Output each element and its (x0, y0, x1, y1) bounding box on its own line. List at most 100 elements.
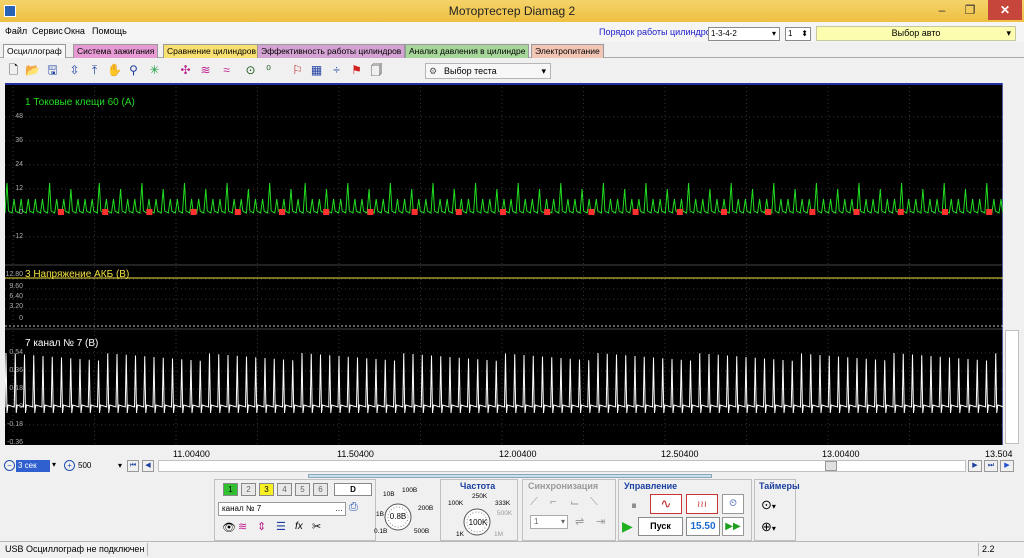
auto-start-icon[interactable]: ▶▶ (722, 517, 744, 536)
channel-button-1[interactable]: 1 (223, 483, 238, 496)
start-icon: ▶ (622, 518, 633, 534)
oscilloscope-display[interactable]: 1 Токовые клещи 60 (А) 3 Напряжение АКБ … (5, 83, 1003, 446)
frequency-value: 100K (468, 518, 488, 527)
minimize-button[interactable]: – (928, 0, 956, 20)
divide-icon[interactable]: ÷ (328, 62, 345, 79)
test-select[interactable]: ⚙ Выбор теста ▾ (425, 63, 551, 79)
function-icon[interactable]: fx (295, 521, 303, 532)
cylinder-marker (897, 209, 904, 215)
filter-icon[interactable]: ⚐ (289, 62, 306, 79)
cylinder-spinner[interactable]: 1 ⬍ (785, 27, 811, 41)
first-frame-icon[interactable]: ⏮ (127, 460, 139, 472)
magnifier-icon[interactable]: ⚲ (125, 62, 142, 79)
time-scroll-thumb[interactable] (825, 461, 837, 471)
prev-frame-icon[interactable]: ◀ (142, 460, 154, 472)
zoom-out-time-icon[interactable]: − (4, 460, 15, 471)
channel-button-3[interactable]: 3 (259, 483, 274, 496)
auto-timer-icon[interactable]: ⏲ (722, 494, 744, 514)
zoom-in-time-icon[interactable]: + (64, 460, 75, 471)
hand-icon[interactable]: ✋ (106, 62, 123, 79)
cylinder-marker (721, 209, 727, 215)
sync-fall-icon[interactable]: ⌙ (570, 496, 579, 509)
wave-icon[interactable]: ≋ (238, 520, 247, 533)
open-folder-icon[interactable]: 📂 (24, 62, 41, 79)
zero-icon[interactable]: ⁰ (260, 62, 277, 79)
channel-select[interactable]: канал № 7… (218, 502, 346, 516)
center-icon[interactable]: ✳ (146, 62, 163, 79)
sync-rise-icon[interactable]: ⟋ (530, 496, 538, 509)
cylinder-marker (58, 209, 64, 215)
sine-wave-icon[interactable]: ∿ (650, 494, 682, 514)
menu-help[interactable]: Помощь (92, 26, 127, 36)
wave-analyze-icon[interactable]: ≈ (218, 62, 235, 79)
zoom-fit-icon[interactable]: ⤒ (86, 62, 103, 79)
channel-button-6[interactable]: 6 (313, 483, 328, 496)
tab-cylinder-efficiency[interactable]: Эффективность работы цилиндров (257, 44, 406, 58)
frequency-title: Частота (460, 481, 496, 491)
page-icon[interactable]: 🗍 (368, 62, 385, 79)
points-select[interactable]: 500 ▾ (78, 460, 124, 472)
cylinder-marker (986, 209, 993, 215)
cylinder-order-label: Порядок работы цилиндров (599, 27, 716, 37)
maximize-button[interactable]: ❐ (956, 0, 984, 20)
eye-icon[interactable]: 👁 (222, 521, 236, 534)
sync-auto-icon[interactable]: ⟍ (590, 496, 598, 509)
channel-button-2[interactable]: 2 (241, 483, 256, 496)
pause-icon[interactable]: ⏸ (624, 496, 644, 516)
tab-ignition[interactable]: Система зажигания (73, 44, 159, 58)
last-frame-icon[interactable]: ⏭ (984, 460, 998, 472)
window-title: Мотортестер Diamag 2 (448, 4, 576, 18)
sync-channel-select[interactable]: 1 ▾ (530, 515, 568, 529)
start-button[interactable]: Пуск (638, 517, 683, 536)
noise-wave-icon[interactable]: ≀≀≀ (686, 494, 718, 514)
cylinder-marker (676, 209, 683, 215)
timers-title: Таймеры (759, 481, 800, 491)
cursor-icon[interactable]: ✣ (177, 62, 194, 79)
knob-label: 500В (414, 528, 430, 535)
tab-power[interactable]: Электропитание (531, 44, 604, 58)
time-scrollbar[interactable] (158, 460, 966, 472)
vertical-scrollbar[interactable] (1005, 330, 1019, 444)
table-icon[interactable]: ▦ (308, 62, 325, 79)
marker-icon[interactable]: ⚑ (348, 62, 365, 79)
scissors-icon[interactable]: ✂ (312, 520, 321, 533)
menu-windows[interactable]: Окна (64, 26, 85, 36)
menu-service[interactable]: Сервис (32, 26, 63, 36)
play-icon[interactable]: ▶ (1000, 460, 1014, 472)
new-file-icon[interactable]: 🗋 (5, 62, 22, 79)
time-value[interactable]: 3 сек (16, 460, 50, 472)
sync-delay-icon[interactable]: ⇥ (596, 515, 605, 528)
timer-1-icon[interactable]: ⊙▾ (761, 496, 789, 514)
sync-level-icon[interactable]: ⇌ (575, 515, 584, 528)
next-frame-icon[interactable]: ▶ (968, 460, 982, 472)
knob-label: 10В (383, 491, 395, 498)
zoom-vertical-icon[interactable]: ⇳ (66, 62, 83, 79)
tab-oscilloscope[interactable]: Осциллограф (3, 44, 66, 58)
channel-button-4[interactable]: 4 (277, 483, 292, 496)
channel-settings-icon[interactable]: ⎙ (349, 501, 363, 515)
close-button[interactable]: ✕ (988, 0, 1022, 20)
measure-icon[interactable]: ⊙ (242, 62, 259, 79)
sync-edge-icon[interactable]: ⌐ (550, 496, 556, 508)
auto-select[interactable]: Выбор авто ▾ (816, 26, 1016, 41)
channel-button-d[interactable]: D (334, 483, 372, 496)
status-bar (0, 541, 1024, 558)
x-tick: 12.00400 (499, 449, 537, 459)
wave-compare-icon[interactable]: ≋ (197, 62, 214, 79)
panel-splitter[interactable] (308, 474, 712, 478)
cylinder-marker (632, 209, 639, 215)
version-text: 2.2 (982, 544, 995, 554)
menu-file[interactable]: Файл (5, 26, 27, 36)
tab-cylinder-pressure[interactable]: Анализ давления в цилиндре (405, 44, 530, 58)
save-icon[interactable]: 🖫 (44, 62, 61, 79)
invert-icon[interactable]: ⇕ (257, 520, 266, 533)
time-dropdown-icon[interactable]: ▾ (52, 460, 62, 472)
lines-icon[interactable]: ☰ (276, 520, 286, 533)
freq-label: 100K (448, 500, 464, 507)
tab-cylinder-compare[interactable]: Сравнение цилиндров (163, 44, 261, 58)
channel-button-5[interactable]: 5 (295, 483, 310, 496)
cylinder-order-select[interactable]: 1-3-4-2 ▾ (708, 27, 780, 41)
control-value[interactable]: 15.50 (686, 517, 720, 536)
timer-2-icon[interactable]: ⊕▾ (761, 518, 789, 536)
freq-label: 250K (472, 493, 488, 500)
